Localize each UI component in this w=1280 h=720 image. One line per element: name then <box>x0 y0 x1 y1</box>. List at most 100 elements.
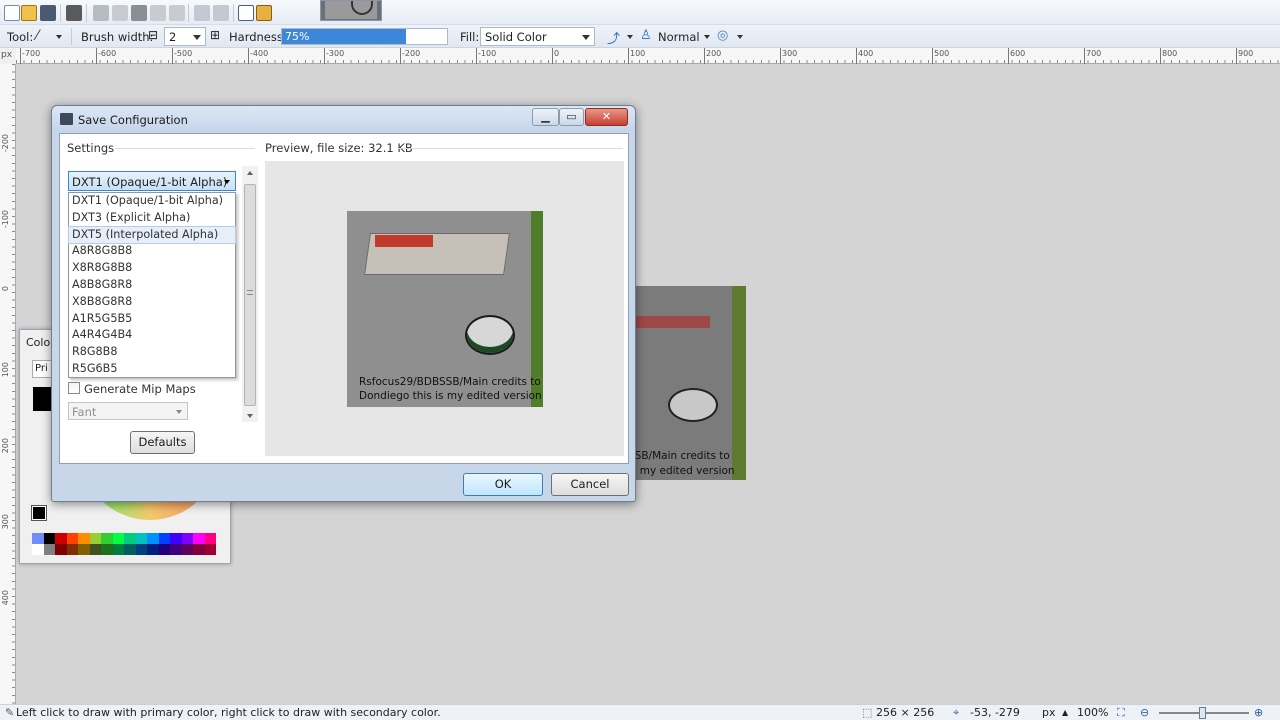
brush-width-increase-icon[interactable]: ⊞ <box>210 28 220 42</box>
crop-icon[interactable] <box>150 5 166 21</box>
print-icon[interactable] <box>66 5 82 21</box>
scroll-up-icon[interactable] <box>247 171 253 175</box>
palette-swatch[interactable] <box>158 533 170 544</box>
blend-mode-dropdown-arrow[interactable] <box>704 35 710 39</box>
palette-swatch[interactable] <box>124 544 136 555</box>
palette-swatch[interactable] <box>204 533 216 544</box>
format-option[interactable]: DXT5 (Interpolated Alpha) <box>68 225 236 245</box>
color-palette[interactable] <box>32 533 216 555</box>
palette-swatch[interactable] <box>147 533 159 544</box>
paste-icon[interactable] <box>131 5 147 21</box>
settings-scrollbar[interactable] <box>242 166 258 422</box>
format-option[interactable]: R5G6B5 <box>69 361 235 378</box>
format-option[interactable]: X8R8G8B8 <box>69 260 235 277</box>
brush-width-field[interactable]: 2 <box>164 27 206 46</box>
palette-swatch[interactable] <box>101 533 113 544</box>
ok-button[interactable]: OK <box>463 473 543 496</box>
format-option[interactable]: X8B8G8R8 <box>69 294 235 311</box>
palette-swatch[interactable] <box>43 544 55 555</box>
selection-mode-dropdown-arrow[interactable] <box>737 35 743 39</box>
selection-mode-icon[interactable]: ◎ <box>717 28 728 43</box>
palette-swatch[interactable] <box>43 533 55 544</box>
palette-swatch[interactable] <box>181 544 193 555</box>
brush-width-decrease-icon[interactable]: ⊟ <box>148 28 158 42</box>
units-select[interactable]: px <box>1042 706 1056 719</box>
antialiasing-dropdown-arrow[interactable] <box>627 35 633 39</box>
format-option[interactable]: A4R4G4B4 <box>69 327 235 344</box>
ruler-icon[interactable] <box>256 5 272 21</box>
swap-colors-icon[interactable] <box>31 505 47 521</box>
palette-swatch[interactable] <box>170 544 182 555</box>
zoom-to-window-icon[interactable]: ⛶ <box>1117 706 1125 720</box>
copy-icon[interactable] <box>112 5 128 21</box>
primary-color-swatch[interactable] <box>33 387 53 411</box>
format-select[interactable]: DXT1 (Opaque/1-bit Alpha) <box>68 171 236 191</box>
palette-swatch[interactable] <box>89 544 101 555</box>
palette-swatch[interactable] <box>112 533 124 544</box>
palette-swatch[interactable] <box>66 533 78 544</box>
brush-icon[interactable]: ⁄ <box>36 28 38 44</box>
close-button[interactable]: ✕ <box>585 108 628 126</box>
image-tab-thumbnail[interactable] <box>320 0 382 21</box>
generate-mipmaps-label[interactable]: Generate Mip Maps <box>84 382 196 396</box>
palette-swatch[interactable] <box>89 533 101 544</box>
ruler-tick-label: 200 <box>1 438 10 454</box>
save-icon[interactable] <box>40 5 56 21</box>
format-option[interactable]: DXT3 (Explicit Alpha) <box>69 210 235 227</box>
format-option[interactable]: A8R8G8B8 <box>69 243 235 260</box>
palette-swatch[interactable] <box>170 533 182 544</box>
format-dropdown-list[interactable]: DXT1 (Opaque/1-bit Alpha) DXT3 (Explicit … <box>68 192 236 378</box>
zoom-out-icon[interactable]: ⊖ <box>1140 706 1149 719</box>
format-option[interactable]: A1R5G5B5 <box>69 311 235 328</box>
open-folder-icon[interactable] <box>21 5 37 21</box>
undo-icon[interactable] <box>194 5 210 21</box>
cancel-button[interactable]: Cancel <box>551 473 629 496</box>
palette-swatch[interactable] <box>78 533 90 544</box>
palette-swatch[interactable] <box>101 544 113 555</box>
format-option[interactable]: R8G8B8 <box>69 344 235 361</box>
mipmap-filter-select[interactable]: Fant <box>68 402 188 420</box>
palette-swatch[interactable] <box>32 544 44 555</box>
fill-mode-select[interactable]: Solid Color <box>480 27 595 46</box>
zoom-slider[interactable] <box>1159 707 1249 719</box>
palette-swatch[interactable] <box>193 544 205 555</box>
cut-icon[interactable] <box>93 5 109 21</box>
zoom-level[interactable]: 100% <box>1077 706 1108 719</box>
scrollbar-thumb[interactable] <box>244 184 256 406</box>
scroll-down-icon[interactable] <box>247 414 253 418</box>
dialog-title-bar[interactable]: Save Configuration ▁ ▭ ✕ <box>52 106 635 132</box>
canvas-image[interactable]: SSB/Main credits to is my edited version <box>630 286 746 480</box>
palette-swatch[interactable] <box>158 544 170 555</box>
ruler-major-tick <box>1008 48 1009 64</box>
palette-swatch[interactable] <box>204 544 216 555</box>
palette-swatch[interactable] <box>147 544 159 555</box>
tool-dropdown-arrow[interactable] <box>56 35 62 39</box>
palette-swatch[interactable] <box>124 533 136 544</box>
palette-swatch[interactable] <box>66 544 78 555</box>
palette-swatch[interactable] <box>112 544 124 555</box>
grid-icon[interactable] <box>238 5 254 21</box>
defaults-button[interactable]: Defaults <box>130 431 195 454</box>
palette-swatch[interactable] <box>55 544 67 555</box>
maximize-button[interactable]: ▭ <box>559 108 584 126</box>
blend-mode-value[interactable]: Normal <box>658 30 700 44</box>
palette-swatch[interactable] <box>32 533 44 544</box>
units-dropdown-arrow-icon[interactable]: ▲ <box>1062 708 1068 717</box>
palette-swatch[interactable] <box>135 533 147 544</box>
palette-swatch[interactable] <box>55 533 67 544</box>
antialiasing-icon[interactable]: ⤴ <box>607 28 620 47</box>
zoom-in-icon[interactable]: ⊕ <box>1254 706 1263 719</box>
redo-icon[interactable] <box>213 5 229 21</box>
new-file-icon[interactable] <box>4 5 20 21</box>
palette-swatch[interactable] <box>135 544 147 555</box>
deselect-icon[interactable] <box>169 5 185 21</box>
palette-swatch[interactable] <box>193 533 205 544</box>
generate-mipmaps-checkbox[interactable] <box>68 382 80 394</box>
hardness-slider[interactable]: 75% <box>281 28 448 45</box>
minimize-button[interactable]: ▁ <box>532 108 559 126</box>
zoom-slider-knob[interactable] <box>1199 707 1206 719</box>
format-option[interactable]: A8B8G8R8 <box>69 277 235 294</box>
palette-swatch[interactable] <box>78 544 90 555</box>
format-option[interactable]: DXT1 (Opaque/1-bit Alpha) <box>69 193 235 210</box>
palette-swatch[interactable] <box>181 533 193 544</box>
